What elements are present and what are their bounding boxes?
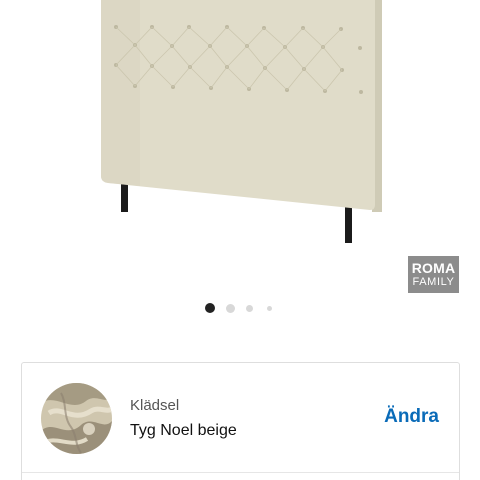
carousel-dot-1[interactable] (205, 303, 215, 313)
brand-logo-line1: ROMA (411, 260, 456, 276)
brand-logo: ROMA FAMILY (408, 256, 459, 293)
change-upholstery-link[interactable]: Ändra (384, 406, 439, 428)
headboard-image (101, 0, 382, 243)
upholstery-option-card: Klädsel Tyg Noel beige Ändra (21, 362, 460, 480)
carousel-dot-4[interactable] (267, 306, 272, 311)
brand-logo-line2: FAMILY (412, 276, 455, 288)
product-image[interactable] (0, 0, 480, 300)
upholstery-value: Tyg Noel beige (130, 422, 237, 439)
carousel-indicator (0, 300, 480, 318)
card-divider (22, 472, 459, 473)
carousel-dot-3[interactable] (246, 305, 253, 312)
upholstery-option-row[interactable]: Klädsel Tyg Noel beige Ändra (22, 363, 459, 473)
fabric-swatch-image (41, 383, 112, 454)
upholstery-label: Klädsel (130, 397, 180, 414)
carousel-dot-2[interactable] (226, 304, 235, 313)
